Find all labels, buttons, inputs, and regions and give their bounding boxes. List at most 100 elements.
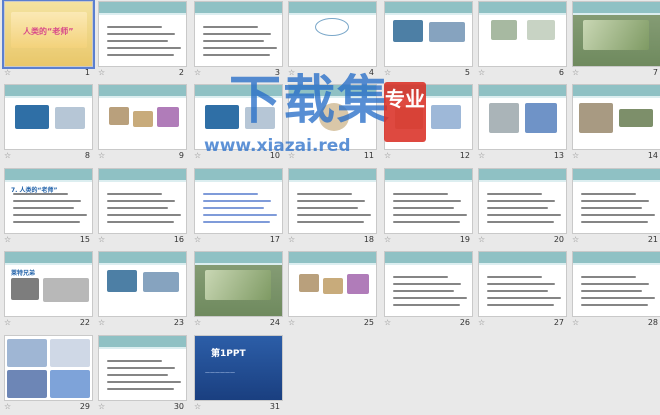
slide-number: 21 [647, 235, 658, 244]
slide-thumbnail-22[interactable]: 莱特兄弟 ☆ 22 [2, 250, 96, 331]
slide-thumbnail-26[interactable]: ☆ 26 [382, 250, 476, 331]
slide-thumbnail-15[interactable]: 7. 人类的“老师” ☆ 15 [2, 167, 96, 248]
slide-thumbnail-17[interactable]: ☆ 17 [192, 167, 286, 248]
slide-canvas [478, 1, 567, 67]
slide-number: 14 [647, 151, 658, 160]
slide-canvas [572, 84, 660, 150]
slide-number: 27 [553, 318, 564, 327]
slide-transition-icon: ☆ [98, 235, 106, 244]
slide-thumbnail-31[interactable]: 第1PPT —————— ☆ 31 [192, 334, 286, 415]
slide-transition-icon: ☆ [4, 318, 12, 327]
slide-number: 16 [173, 235, 184, 244]
slide-thumbnail-19[interactable]: ☆ 19 [382, 167, 476, 248]
slide-thumbnail-7[interactable]: ☆ 7 [570, 0, 660, 81]
slide-thumbnail-27[interactable]: ☆ 27 [476, 250, 570, 331]
slide-number: 28 [647, 318, 658, 327]
slide-number: 23 [173, 318, 184, 327]
slide-canvas [572, 168, 660, 234]
slide-number: 9 [178, 151, 184, 160]
slide-number: 20 [553, 235, 564, 244]
slide-canvas [288, 251, 377, 317]
slide-number: 15 [79, 235, 90, 244]
slide-title: 人类的“老师” [23, 27, 74, 36]
slide-canvas: 人类的“老师” [2, 0, 95, 69]
slide-canvas [4, 335, 93, 401]
slide-transition-icon: ☆ [194, 402, 202, 411]
slide-number: 13 [553, 151, 564, 160]
slide-canvas [572, 251, 660, 317]
slide-transition-icon: ☆ [572, 318, 580, 327]
slide-number: 24 [269, 318, 280, 327]
slide-title: 莱特兄弟 [11, 270, 36, 277]
slide-number: 29 [79, 402, 90, 411]
slide-transition-icon: ☆ [572, 68, 580, 77]
slide-transition-icon: ☆ [384, 318, 392, 327]
slide-transition-icon: ☆ [98, 68, 106, 77]
slide-thumbnail-29[interactable]: ☆ 29 [2, 334, 96, 415]
slide-number: 31 [269, 402, 280, 411]
slide-canvas [98, 335, 187, 401]
slide-transition-icon: ☆ [4, 402, 12, 411]
slide-thumbnail-14[interactable]: ☆ 14 [570, 83, 660, 164]
slide-transition-icon: ☆ [288, 318, 296, 327]
slide-canvas [98, 1, 187, 67]
slide-thumbnail-24[interactable]: ☆ 24 [192, 250, 286, 331]
slide-transition-icon: ☆ [478, 151, 486, 160]
watermark-badge: 专业 [384, 82, 426, 142]
slide-transition-icon: ☆ [572, 235, 580, 244]
slide-title: 第1PPT [211, 349, 246, 359]
slide-transition-icon: ☆ [478, 318, 486, 327]
slide-thumbnail-16[interactable]: ☆ 16 [96, 167, 190, 248]
slide-thumbnail-2[interactable]: ☆ 2 [96, 0, 190, 81]
slide-canvas [478, 251, 567, 317]
slide-thumbnail-9[interactable]: ☆ 9 [96, 83, 190, 164]
slide-thumbnail-30[interactable]: ☆ 30 [96, 334, 190, 415]
slide-number: 12 [459, 151, 470, 160]
slide-number: 7 [652, 68, 658, 77]
slide-transition-icon: ☆ [478, 235, 486, 244]
slide-number: 17 [269, 235, 280, 244]
slide-number: 22 [79, 318, 90, 327]
watermark-url: www.xiazai.red [204, 136, 351, 156]
slide-transition-icon: ☆ [98, 318, 106, 327]
slide-transition-icon: ☆ [194, 318, 202, 327]
slide-transition-icon: ☆ [288, 235, 296, 244]
slide-canvas [478, 84, 567, 150]
slide-transition-icon: ☆ [194, 151, 202, 160]
slide-number: 25 [363, 318, 374, 327]
slide-canvas [384, 168, 473, 234]
slide-thumbnail-28[interactable]: ☆ 28 [570, 250, 660, 331]
slide-transition-icon: ☆ [98, 402, 106, 411]
slide-canvas: 第1PPT —————— [194, 335, 283, 401]
slide-thumbnail-6[interactable]: ☆ 6 [476, 0, 570, 81]
slide-canvas: 莱特兄弟 [4, 251, 93, 317]
slide-thumbnail-18[interactable]: ☆ 18 [286, 167, 380, 248]
slide-thumbnail-13[interactable]: ☆ 13 [476, 83, 570, 164]
slide-thumbnail-23[interactable]: ☆ 23 [96, 250, 190, 331]
slide-canvas [98, 168, 187, 234]
slide-number: 26 [459, 318, 470, 327]
slide-thumbnail-20[interactable]: ☆ 20 [476, 167, 570, 248]
slide-thumbnail-1[interactable]: 人类的“老师” ☆ 1 [2, 0, 96, 81]
slide-number: 6 [558, 68, 564, 77]
slide-transition-icon: ☆ [194, 235, 202, 244]
slide-transition-icon: ☆ [4, 68, 12, 77]
slide-number: 2 [178, 68, 184, 77]
slide-number: 30 [173, 402, 184, 411]
slide-transition-icon: ☆ [478, 68, 486, 77]
slide-canvas [194, 251, 283, 317]
slide-transition-icon: ☆ [4, 151, 12, 160]
slide-number: 11 [363, 151, 374, 160]
slide-thumbnail-21[interactable]: ☆ 21 [570, 167, 660, 248]
slide-thumbnail-25[interactable]: ☆ 25 [286, 250, 380, 331]
slide-canvas [384, 251, 473, 317]
slide-canvas [4, 84, 93, 150]
slide-canvas: 7. 人类的“老师” [4, 168, 93, 234]
slide-transition-icon: ☆ [384, 151, 392, 160]
slide-canvas [98, 84, 187, 150]
slide-canvas [98, 251, 187, 317]
slide-transition-icon: ☆ [98, 151, 106, 160]
slide-thumbnail-8[interactable]: ☆ 8 [2, 83, 96, 164]
slide-canvas [194, 168, 283, 234]
slide-canvas [288, 168, 377, 234]
